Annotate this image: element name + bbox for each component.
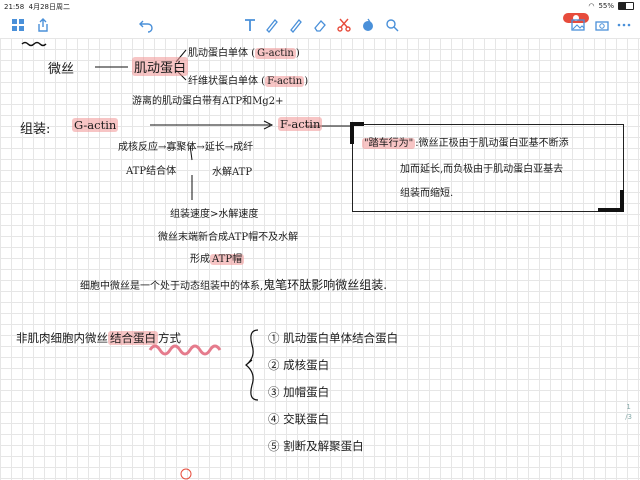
binding-item-1: ① 肌动蛋白单体结合蛋白	[268, 331, 399, 345]
binding-item-3: ③ 加帽蛋白	[268, 385, 330, 399]
binding-item-2: ② 成核蛋白	[268, 358, 330, 372]
note-f-line: 纤维状蛋白单体 (F-actin)	[188, 76, 309, 87]
handwriting-strokes	[21, 41, 350, 480]
binding-title: 非肌肉细胞内微丝 结合蛋白 方式	[16, 331, 181, 345]
box-line-1: "踏车行为":微丝正极由于肌动蛋白亚基不断添	[362, 138, 569, 149]
box-corner-br-h	[598, 208, 624, 212]
page-current: 1	[626, 403, 631, 411]
note-step6: 形成 ATP帽	[190, 254, 245, 265]
note-actin: 肌动蛋白	[132, 57, 189, 76]
note-weisi: 微丝	[48, 62, 75, 77]
note-g-line: 肌动蛋白单体 (G-actin)	[188, 48, 300, 59]
note-f-actin: F-actin	[278, 117, 323, 131]
note-step7: 细胞中微丝是一个处于动态组装中的体系,鬼笔环肽影响微丝组装.	[80, 278, 388, 292]
binding-item-4: ④ 交联蛋白	[268, 412, 330, 426]
note-zuzhuang: 组装:	[20, 122, 51, 137]
box-line-3: 组装而缩短.	[400, 188, 454, 199]
box-corner-tl-h	[350, 122, 364, 126]
note-step3: 水解ATP	[212, 167, 253, 178]
note-step2: ATP结合体	[126, 166, 177, 177]
note-step5: 微丝末端新合成ATP帽不及水解	[158, 232, 299, 243]
note-atp-line: 游离的肌动蛋白带有ATP和Mg2+	[132, 96, 284, 107]
page-total: /3	[625, 413, 632, 421]
box-line-2: 加而延长,而负极由于肌动蛋白亚基去	[400, 164, 564, 175]
binding-item-5: ⑤ 割断及解聚蛋白	[268, 439, 364, 453]
note-g-actin: G-actin	[72, 118, 119, 132]
note-step1: 成核反应→寡聚体→延长→成纤	[118, 142, 254, 153]
page-indicator[interactable]: 1 /3	[625, 402, 632, 422]
note-step4: 组装速度>水解速度	[170, 209, 259, 220]
